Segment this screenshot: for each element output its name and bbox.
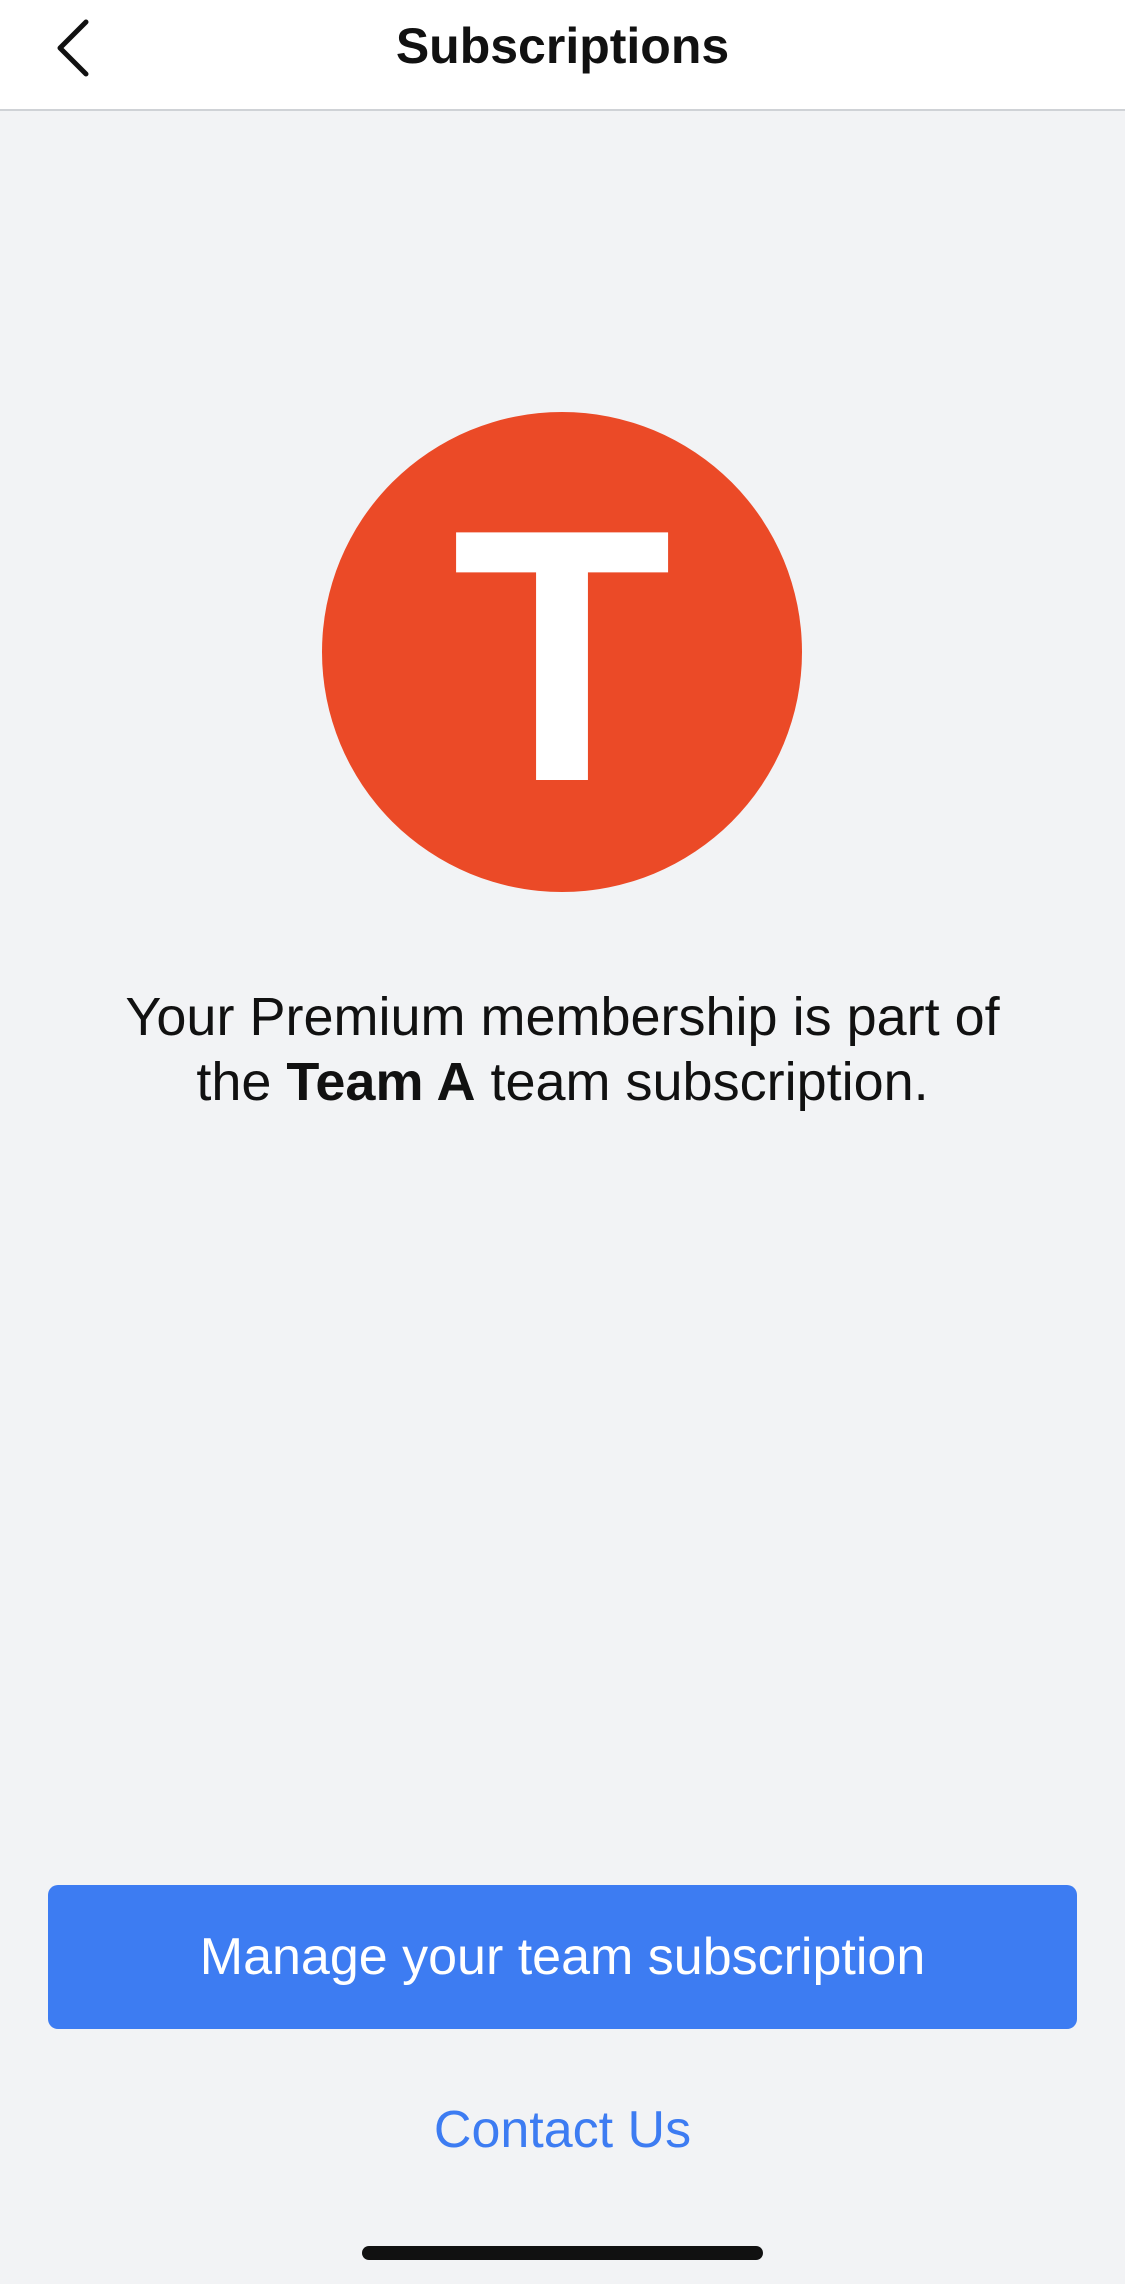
home-indicator: [362, 2246, 763, 2260]
membership-message: Your Premium membership is part of the T…: [90, 985, 1035, 1115]
team-name: Team A: [286, 1052, 476, 1112]
manage-team-subscription-button[interactable]: Manage your team subscription: [48, 1885, 1077, 2029]
team-avatar-letter: T: [452, 455, 672, 857]
navigation-bar: Subscriptions: [0, 0, 1125, 111]
membership-message-suffix: team subscription.: [475, 1052, 929, 1112]
page-title: Subscriptions: [395, 18, 730, 74]
subscriptions-screen: Subscriptions T Your Premium membership …: [0, 0, 1125, 2284]
team-avatar: T: [322, 412, 802, 892]
contact-us-link[interactable]: Contact Us: [0, 2100, 1125, 2160]
